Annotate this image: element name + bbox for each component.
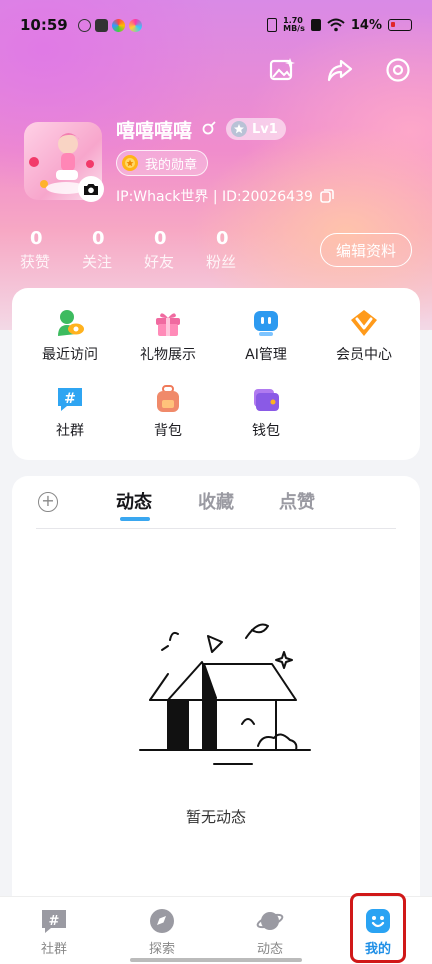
change-avatar-button[interactable] <box>78 176 104 202</box>
medal-label: 我的勋章 <box>145 157 198 173</box>
app-notification-icon <box>77 18 91 32</box>
edit-profile-button[interactable]: 编辑资料 <box>320 233 412 267</box>
grid-item-label: AI管理 <box>245 347 287 363</box>
stat-label: 粉丝 <box>206 253 237 271</box>
profile-stats: 0 获赞 0 关注 0 好友 0 粉丝 <box>20 228 268 272</box>
feature-grid: 最近访问 礼物展示 AI管理 会员中心 # 社群 背包 钱包 <box>12 288 420 460</box>
settings-icon[interactable] <box>384 56 412 84</box>
grid-item-vip-center[interactable]: 会员中心 <box>314 308 414 364</box>
selection-highlight <box>350 893 406 963</box>
wifi-icon <box>327 18 345 32</box>
image-edit-icon[interactable] <box>268 56 296 84</box>
ip-id-line: IP:Whack世界 | ID:20026439 <box>116 186 335 206</box>
grid-item-ai-manage[interactable]: AI管理 <box>216 308 316 364</box>
nav-explore[interactable]: 探索 <box>132 907 192 957</box>
stat-following[interactable]: 0 关注 <box>82 228 144 272</box>
grid-item-label: 钱包 <box>252 423 280 439</box>
net-speed: 1.70 MB/s <box>283 16 305 33</box>
level-label: Lv1 <box>252 121 278 137</box>
medal-icon <box>122 155 138 171</box>
stat-value: 0 <box>216 228 229 249</box>
status-bar: 10:59 1.70 MB/s 14% <box>0 0 432 50</box>
compass-icon <box>150 909 174 933</box>
tab-posts[interactable]: 动态 <box>116 488 152 514</box>
level-badge[interactable]: Lv1 <box>226 118 286 140</box>
app-notification-icon <box>111 18 125 32</box>
feed-tabs: + 动态 收藏 点赞 <box>12 476 420 528</box>
community-hash-icon: # <box>42 910 66 933</box>
grid-item-wallet[interactable]: 钱包 <box>216 384 316 440</box>
recent-visits-icon <box>58 310 84 336</box>
vibrate-icon <box>267 18 278 32</box>
stat-friends[interactable]: 0 好友 <box>144 228 206 272</box>
tabs-divider <box>36 528 396 529</box>
my-medal-button[interactable]: 我的勋章 <box>116 150 209 176</box>
stat-value: 0 <box>154 228 167 249</box>
grid-item-label: 礼物展示 <box>140 347 196 363</box>
grid-item-label: 会员中心 <box>336 347 392 363</box>
active-tab-indicator <box>120 517 150 521</box>
stat-label: 好友 <box>144 253 175 271</box>
stat-likes[interactable]: 0 获赞 <box>20 228 82 272</box>
svg-text:#: # <box>64 391 76 407</box>
nav-label: 探索 <box>148 942 175 957</box>
community-hash-icon: # <box>58 388 82 411</box>
grid-item-community[interactable]: # 社群 <box>20 384 120 440</box>
gender-icon <box>202 121 216 135</box>
username: 嘻嘻嘻嘻 <box>116 120 193 142</box>
copy-icon[interactable] <box>319 188 335 204</box>
grid-item-recent-visits[interactable]: 最近访问 <box>20 308 120 364</box>
stat-fans[interactable]: 0 粉丝 <box>206 228 268 272</box>
tab-favorites[interactable]: 收藏 <box>198 488 234 514</box>
camera-icon <box>84 184 98 195</box>
app-notification-icon <box>94 18 108 32</box>
grid-item-gift-display[interactable]: 礼物展示 <box>118 308 218 364</box>
grid-item-backpack[interactable]: 背包 <box>118 384 218 440</box>
stat-value: 0 <box>30 228 43 249</box>
wallet-icon <box>254 389 279 411</box>
grid-item-label: 背包 <box>154 423 182 439</box>
status-time: 10:59 <box>20 16 68 34</box>
planet-icon <box>256 912 284 930</box>
stat-label: 关注 <box>82 253 113 271</box>
nav-community[interactable]: # 社群 <box>24 907 84 957</box>
home-indicator[interactable] <box>130 958 302 962</box>
nav-moments[interactable]: 动态 <box>240 907 300 957</box>
empty-state-text: 暂无动态 <box>185 808 246 826</box>
stat-label: 获赞 <box>20 253 51 271</box>
battery-icon <box>388 19 412 31</box>
empty-box-illustration <box>139 623 311 765</box>
gift-icon <box>156 313 180 336</box>
level-star-icon <box>231 121 247 137</box>
nav-label: 动态 <box>256 942 283 957</box>
sim-icon <box>310 19 321 31</box>
nav-label: 社群 <box>40 942 67 957</box>
stat-value: 0 <box>92 228 105 249</box>
tab-likes[interactable]: 点赞 <box>279 488 315 514</box>
grid-item-label: 社群 <box>56 423 84 439</box>
vip-icon <box>351 310 377 336</box>
grid-item-label: 最近访问 <box>42 347 98 363</box>
backpack-icon <box>157 385 179 412</box>
content-feed: + 动态 收藏 点赞 暂无动态 <box>12 476 420 906</box>
ip-id-text: IP:Whack世界 | ID:20026439 <box>116 189 313 205</box>
share-icon[interactable] <box>326 56 354 84</box>
svg-text:#: # <box>49 914 60 929</box>
ai-robot-icon <box>254 311 278 336</box>
battery-percent: 14% <box>350 17 382 33</box>
add-post-button[interactable]: + <box>38 492 58 512</box>
app-notification-icon <box>128 18 142 32</box>
